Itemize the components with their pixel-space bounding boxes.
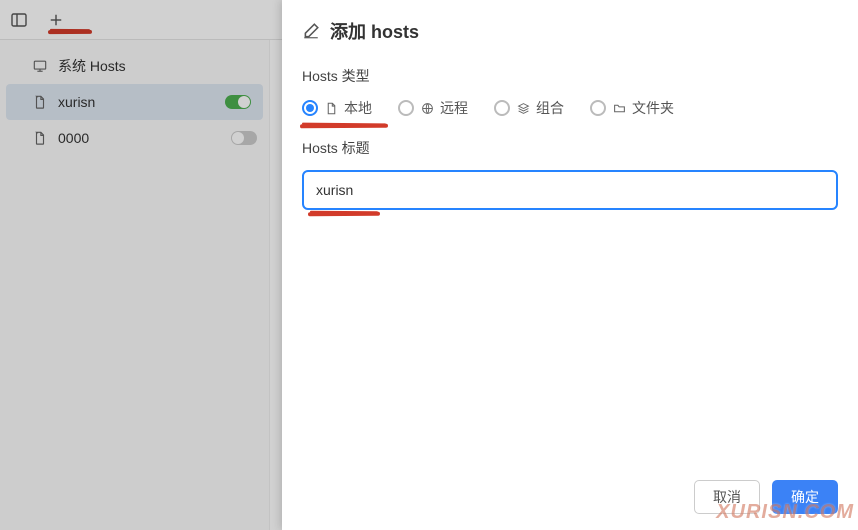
panel-spacer [302,210,838,470]
radio-label: 文件夹 [632,98,674,118]
hosts-type-radiogroup: 本地 远程 组合 文件夹 [302,98,838,118]
hosts-title-input[interactable] [302,170,838,210]
panel-footer: 取消 确定 [302,470,838,514]
file-icon [324,101,338,115]
annotation-underline [300,124,388,129]
radio-option-local[interactable]: 本地 [302,98,372,118]
globe-icon [420,101,434,115]
radio-label: 组合 [536,98,564,118]
radio-label: 远程 [440,98,468,118]
add-hosts-panel: 添加 hosts Hosts 类型 本地 远程 [282,0,858,530]
ok-button[interactable]: 确定 [772,480,838,514]
hosts-title-label: Hosts 标题 [302,138,838,158]
radio-option-folder[interactable]: 文件夹 [590,98,674,118]
panel-title: 添加 hosts [302,18,838,44]
hosts-type-label: Hosts 类型 [302,66,838,86]
radio-indicator [590,100,606,116]
panel-title-text: 添加 hosts [330,18,419,44]
radio-indicator [302,100,318,116]
radio-option-remote[interactable]: 远程 [398,98,468,118]
annotation-underline [308,212,380,217]
edit-icon [302,22,320,40]
radio-label: 本地 [344,98,372,118]
radio-indicator [398,100,414,116]
cancel-button[interactable]: 取消 [694,480,760,514]
layers-icon [516,101,530,115]
radio-indicator [494,100,510,116]
modal-overlay[interactable]: 添加 hosts Hosts 类型 本地 远程 [0,0,858,530]
folder-icon [612,101,626,115]
radio-option-combo[interactable]: 组合 [494,98,564,118]
